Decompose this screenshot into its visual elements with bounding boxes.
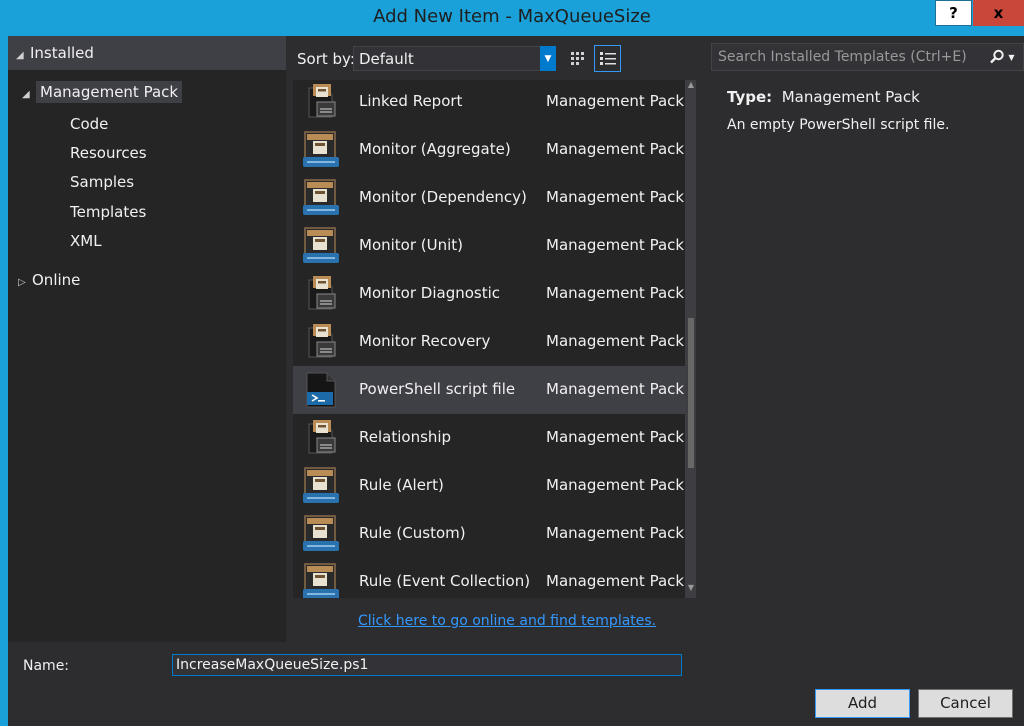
tree-item-samples[interactable]: Samples bbox=[70, 173, 134, 191]
monitor-template-icon bbox=[301, 466, 341, 506]
search-icon bbox=[990, 49, 1005, 64]
management-pack-template-icon bbox=[301, 322, 341, 362]
template-name: Monitor Recovery bbox=[359, 332, 491, 350]
template-row[interactable]: PowerShell script file Management Pack bbox=[293, 366, 685, 414]
template-type: Type: Management Pack bbox=[727, 88, 920, 106]
type-value: Management Pack bbox=[781, 88, 920, 106]
tree-item-online[interactable]: ▷ Online bbox=[18, 271, 80, 289]
template-name: PowerShell script file bbox=[359, 380, 516, 398]
tree-item-templates[interactable]: Templates bbox=[70, 203, 146, 221]
caret-expanded-icon[interactable]: ◢ bbox=[22, 89, 36, 100]
template-row[interactable]: Monitor Recovery Management Pack bbox=[293, 318, 685, 366]
monitor-template-icon bbox=[301, 514, 341, 554]
template-row[interactable]: Monitor (Unit) Management Pack bbox=[293, 222, 685, 270]
type-label: Type: bbox=[727, 88, 773, 106]
template-row[interactable]: Rule (Event Collection) Management Pack bbox=[293, 558, 685, 598]
tree-item-management-pack[interactable]: ◢ Management Pack bbox=[22, 81, 183, 103]
template-row[interactable]: Monitor (Dependency) Management Pack bbox=[293, 174, 685, 222]
help-button[interactable]: ? bbox=[935, 0, 972, 26]
template-row[interactable]: Monitor (Aggregate) Management Pack bbox=[293, 126, 685, 174]
template-category: Management Pack bbox=[546, 524, 685, 542]
sort-by-value: Default bbox=[359, 50, 414, 68]
template-row[interactable]: Linked Report Management Pack bbox=[293, 80, 685, 126]
template-row[interactable]: Relationship Management Pack bbox=[293, 414, 685, 462]
caret-expanded-icon[interactable]: ◢ bbox=[16, 50, 30, 61]
template-name: Rule (Alert) bbox=[359, 476, 444, 494]
template-name: Linked Report bbox=[359, 92, 463, 110]
online-templates-link[interactable]: Click here to go online and find templat… bbox=[358, 613, 656, 629]
template-name: Monitor Diagnostic bbox=[359, 284, 501, 302]
search-box: ▼ bbox=[711, 43, 1024, 71]
monitor-template-icon bbox=[301, 178, 341, 218]
grid-view-icon bbox=[570, 51, 584, 65]
template-name: Monitor (Dependency) bbox=[359, 188, 527, 206]
template-category: Management Pack bbox=[546, 236, 685, 254]
template-category: Management Pack bbox=[546, 92, 685, 110]
chevron-down-icon[interactable]: ▼ bbox=[540, 46, 556, 71]
search-button[interactable]: ▼ bbox=[985, 47, 1019, 67]
template-tree: ◢ Installed ◢ Management Pack Code Resourc… bbox=[8, 36, 286, 642]
template-name: Relationship bbox=[359, 428, 452, 446]
template-list-scrollbar[interactable]: ▲ ▼ bbox=[685, 80, 696, 598]
caret-collapsed-icon[interactable]: ▷ bbox=[18, 277, 32, 288]
tree-item-xml[interactable]: XML bbox=[70, 232, 102, 250]
tree-item-code[interactable]: Code bbox=[70, 115, 108, 133]
scroll-down-icon[interactable]: ▼ bbox=[686, 583, 696, 592]
list-view-icon bbox=[599, 51, 616, 65]
management-pack-template-icon bbox=[301, 274, 341, 314]
template-name: Monitor (Unit) bbox=[359, 236, 464, 254]
tree-online-label: Online bbox=[32, 271, 81, 289]
medium-icons-view-button[interactable] bbox=[564, 45, 591, 72]
template-category: Management Pack bbox=[546, 380, 685, 398]
add-button[interactable]: Add bbox=[815, 689, 910, 718]
tree-management-pack-label: Management Pack bbox=[36, 81, 183, 103]
sort-by-label: Sort by: bbox=[297, 50, 355, 68]
search-input[interactable] bbox=[718, 47, 980, 67]
template-category: Management Pack bbox=[546, 428, 685, 446]
template-row[interactable]: Monitor Diagnostic Management Pack bbox=[293, 270, 685, 318]
window-title: Add New Item - MaxQueueSize bbox=[373, 6, 651, 27]
cancel-button[interactable]: Cancel bbox=[918, 689, 1013, 718]
management-pack-template-icon bbox=[301, 418, 341, 458]
monitor-template-icon bbox=[301, 562, 341, 598]
template-row[interactable]: Rule (Custom) Management Pack bbox=[293, 510, 685, 558]
template-name: Rule (Custom) bbox=[359, 524, 466, 542]
close-button[interactable]: x bbox=[973, 0, 1024, 26]
powershell-script-icon bbox=[301, 370, 341, 410]
name-input[interactable] bbox=[172, 654, 682, 676]
scroll-up-icon[interactable]: ▲ bbox=[686, 80, 696, 89]
template-category: Management Pack bbox=[546, 572, 685, 590]
management-pack-template-icon bbox=[301, 82, 341, 122]
sort-by-dropdown[interactable]: Default ▼ bbox=[353, 46, 556, 71]
monitor-template-icon bbox=[301, 130, 341, 170]
name-label: Name: bbox=[23, 658, 70, 674]
chevron-down-icon: ▼ bbox=[1008, 52, 1015, 62]
template-description: An empty PowerShell script file. bbox=[727, 117, 950, 133]
add-new-item-dialog: ◢ Installed ◢ Management Pack Code Resourc… bbox=[8, 36, 1024, 726]
template-name: Monitor (Aggregate) bbox=[359, 140, 511, 158]
template-category: Management Pack bbox=[546, 284, 685, 302]
template-category: Management Pack bbox=[546, 332, 685, 350]
template-list: Rule (Event Collection) Management Pack Ru… bbox=[293, 80, 696, 598]
template-name: Rule (Event Collection) bbox=[359, 572, 531, 590]
template-category: Management Pack bbox=[546, 140, 685, 158]
tree-installed-label: Installed bbox=[30, 44, 94, 62]
list-view-button[interactable] bbox=[594, 45, 621, 72]
monitor-template-icon bbox=[301, 226, 341, 266]
template-row[interactable]: Rule (Alert) Management Pack bbox=[293, 462, 685, 510]
template-category: Management Pack bbox=[546, 188, 685, 206]
tree-header-installed[interactable]: ◢ Installed bbox=[8, 36, 286, 70]
tree-item-resources[interactable]: Resources bbox=[70, 144, 147, 162]
title-bar: Add New Item - MaxQueueSize ? x bbox=[0, 0, 1024, 36]
template-category: Management Pack bbox=[546, 476, 685, 494]
scrollbar-thumb[interactable] bbox=[688, 318, 694, 468]
details-pane: Type: Management Pack An empty PowerShel… bbox=[711, 80, 1024, 598]
